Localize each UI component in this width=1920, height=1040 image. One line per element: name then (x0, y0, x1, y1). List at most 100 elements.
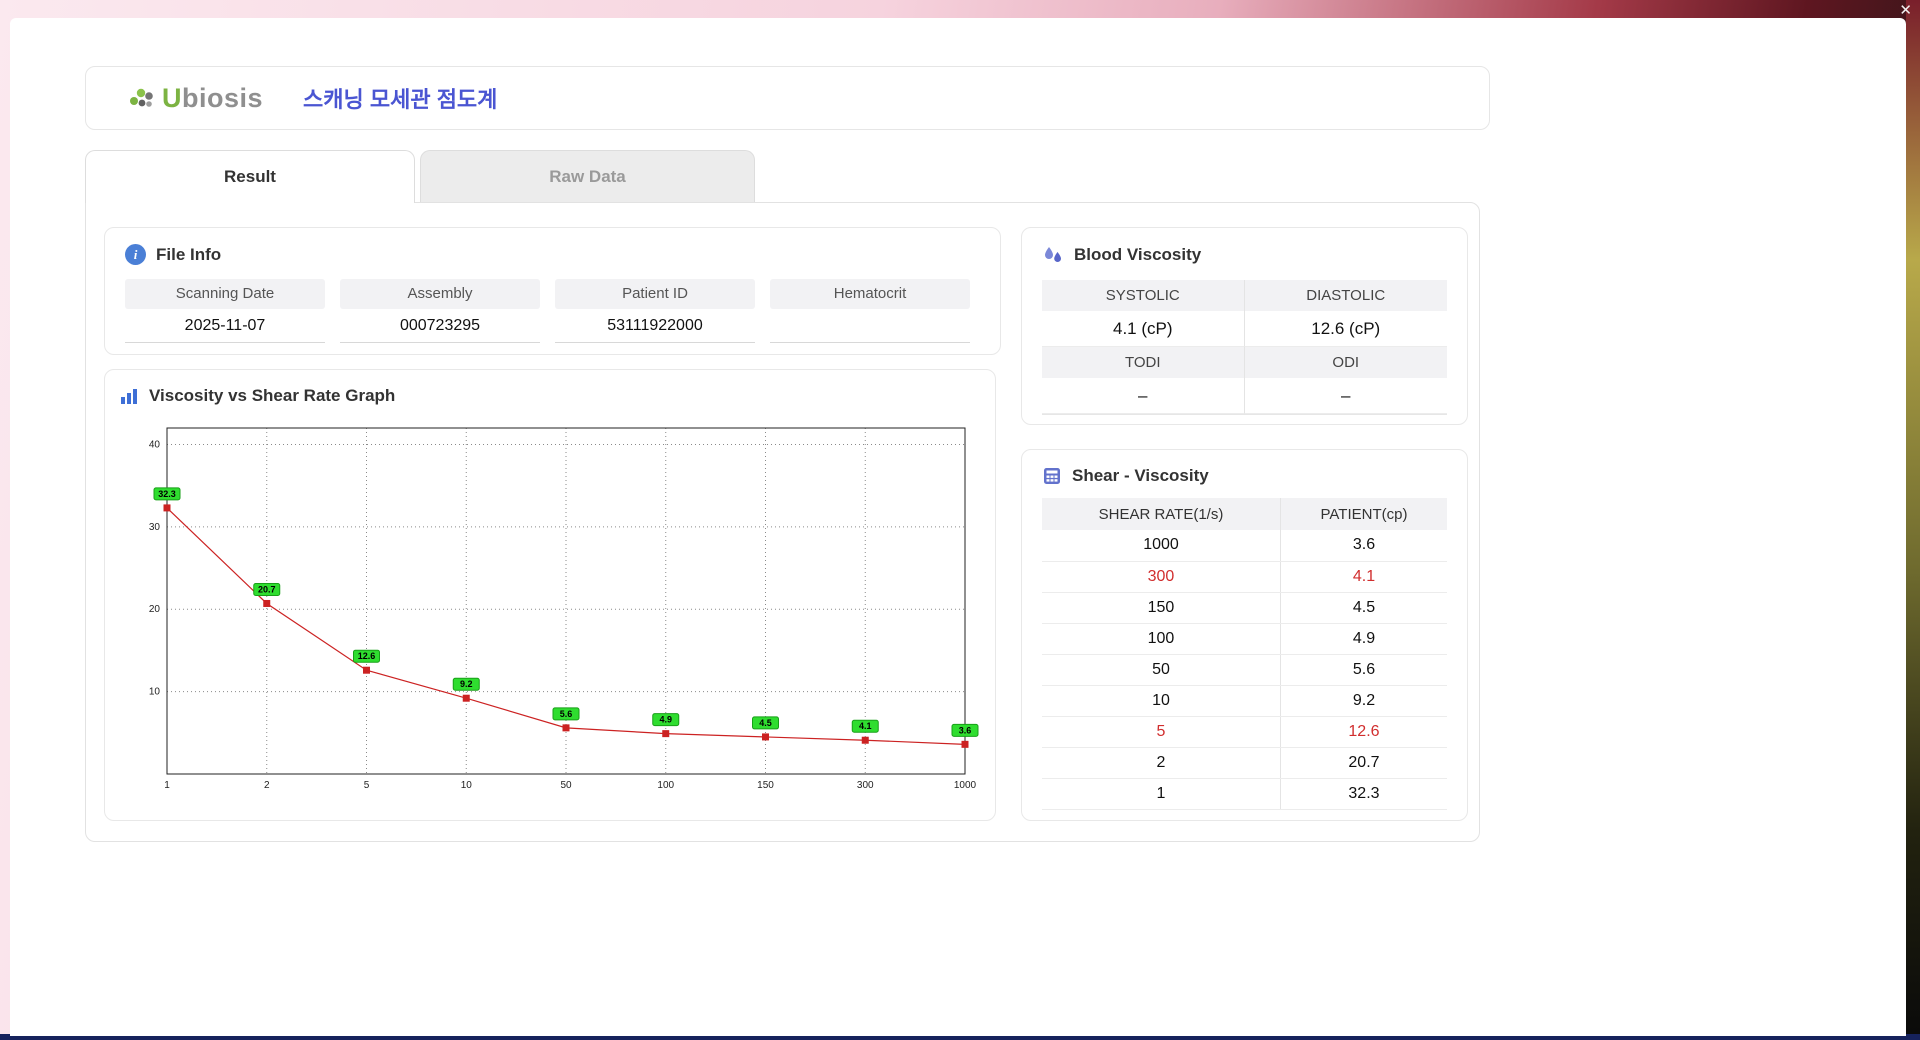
field-label: Hematocrit (770, 279, 970, 309)
patient-cell: 4.1 (1280, 561, 1447, 593)
shear-table-row: 300 4.1 (1042, 561, 1447, 593)
blood-viscosity-table: SYSTOLIC DIASTOLIC 4.1 (cP) 12.6 (cP) TO… (1042, 280, 1447, 415)
app-title: 스캐닝 모세관 점도계 (303, 87, 498, 112)
field-patient-id: Patient ID 53111922000 (555, 279, 755, 343)
field-label: Patient ID (555, 279, 755, 309)
app-header: Ubiosis 스캐닝 모세관 점도계 (85, 66, 1490, 130)
field-assembly: Assembly 000723295 (340, 279, 540, 343)
shear-rate-cell: 1000 (1042, 530, 1281, 562)
bv-header-odi: ODI (1244, 347, 1447, 378)
patient-cell: 4.5 (1280, 592, 1447, 624)
graph-title: Viscosity vs Shear Rate Graph (149, 386, 396, 405)
shear-table-header-row: SHEAR RATE(1/s) PATIENT(cp) (1042, 498, 1447, 530)
app-window: Ubiosis 스캐닝 모세관 점도계 Result Raw Data i Fi… (10, 18, 1906, 1036)
field-label: Scanning Date (125, 279, 325, 309)
bv-header-systolic: SYSTOLIC (1042, 280, 1245, 311)
shear-table-row: 100 4.9 (1042, 623, 1447, 655)
shear-rate-cell: 100 (1042, 623, 1281, 655)
svg-text:50: 50 (560, 780, 572, 791)
shear-table-row: 5 12.6 (1042, 716, 1447, 748)
svg-text:150: 150 (757, 780, 774, 791)
svg-text:4.5: 4.5 (759, 718, 772, 728)
shear-rate-cell: 2 (1042, 747, 1281, 779)
tab-raw-data[interactable]: Raw Data (420, 150, 755, 203)
field-scanning-date: Scanning Date 2025-11-07 (125, 279, 325, 343)
bv-value-systolic: 4.1 (cP) (1042, 311, 1245, 347)
blood-viscosity-title: Blood Viscosity (1074, 245, 1202, 264)
shear-table-row: 1000 3.6 (1042, 530, 1447, 562)
patient-cell: 32.3 (1280, 778, 1447, 810)
ubiosis-logo: Ubiosis (128, 83, 263, 114)
svg-text:9.2: 9.2 (460, 679, 473, 689)
bv-header-row-2: TODI ODI (1042, 347, 1447, 378)
shear-rate-cell: 300 (1042, 561, 1281, 593)
shear-table-row: 150 4.5 (1042, 592, 1447, 624)
svg-text:100: 100 (657, 780, 674, 791)
blood-viscosity-card: Blood Viscosity SYSTOLIC DIASTOLIC 4.1 (… (1021, 227, 1468, 425)
field-value: 000723295 (340, 309, 540, 343)
viscosity-chart: 10 20 30 40 1 2 5 10 50 100 150 300 1000 32.3 20.7 12.6… (149, 427, 979, 791)
bv-header-todi: TODI (1042, 347, 1245, 378)
file-info-title-row: i File Info (125, 244, 980, 265)
svg-text:3.6: 3.6 (959, 725, 972, 735)
shear-table-row: 2 20.7 (1042, 747, 1447, 779)
shear-viscosity-title: Shear - Viscosity (1072, 466, 1209, 485)
graph-title-row: Viscosity vs Shear Rate Graph (119, 386, 981, 406)
info-icon: i (125, 244, 146, 265)
grid-table-icon (1042, 466, 1062, 486)
shear-viscosity-card: Shear - Viscosity SHEAR RATE(1/s) PATIEN… (1021, 449, 1468, 821)
file-info-card: i File Info Scanning Date 2025-11-07 Ass… (104, 227, 1001, 355)
svg-text:20.7: 20.7 (258, 584, 276, 594)
droplet-icon (1042, 244, 1064, 266)
svg-text:1000: 1000 (954, 780, 977, 791)
shear-rate-cell: 50 (1042, 654, 1281, 686)
svg-text:5.6: 5.6 (560, 709, 573, 719)
shear-rate-cell: 150 (1042, 592, 1281, 624)
svg-text:20: 20 (149, 604, 161, 615)
shear-rate-cell: 1 (1042, 778, 1281, 810)
result-panel: i File Info Scanning Date 2025-11-07 Ass… (85, 202, 1480, 842)
tab-result[interactable]: Result (85, 150, 415, 203)
shear-table-body: 1000 3.6 300 4.1 150 4.5 100 4.9 50 5.6 10 9.2 5 12.6… (1042, 530, 1447, 810)
patient-cell: 12.6 (1280, 716, 1447, 748)
window-close-button[interactable]: ✕ (1899, 3, 1912, 19)
bv-value-row-1: 4.1 (cP) 12.6 (cP) (1042, 311, 1447, 347)
field-value: 53111922000 (555, 309, 755, 343)
svg-text:4.1: 4.1 (859, 721, 872, 731)
viscosity-graph-card: Viscosity vs Shear Rate Graph 10 20 30 40 1 2… (104, 369, 996, 821)
field-hematocrit: Hematocrit (770, 279, 970, 343)
shear-table-row: 50 5.6 (1042, 654, 1447, 686)
bv-value-diastolic: 12.6 (cP) (1244, 311, 1447, 347)
bv-header-diastolic: DIASTOLIC (1244, 280, 1447, 311)
shear-viscosity-table: SHEAR RATE(1/s) PATIENT(cp) 1000 3.6 300 4.… (1042, 498, 1447, 810)
file-info-fields: Scanning Date 2025-11-07 Assembly 000723… (125, 279, 980, 343)
shear-table-row: 10 9.2 (1042, 685, 1447, 717)
desktop-edge-right (1906, 0, 1920, 1040)
field-value: 2025-11-07 (125, 309, 325, 343)
shear-rate-column-header: SHEAR RATE(1/s) (1042, 498, 1281, 530)
logo-text: Ubiosis (162, 82, 264, 113)
bv-value-odi: – (1244, 378, 1447, 414)
shear-viscosity-title-row: Shear - Viscosity (1042, 466, 1447, 486)
svg-text:2: 2 (264, 780, 270, 791)
blood-viscosity-title-row: Blood Viscosity (1042, 244, 1447, 266)
svg-text:4.9: 4.9 (659, 715, 672, 725)
logo-dots-icon (128, 83, 158, 113)
svg-text:30: 30 (149, 522, 161, 533)
patient-cell: 5.6 (1280, 654, 1447, 686)
field-value (770, 309, 970, 343)
patient-cell: 9.2 (1280, 685, 1447, 717)
svg-text:12.6: 12.6 (358, 651, 376, 661)
shear-rate-cell: 5 (1042, 716, 1281, 748)
svg-text:1: 1 (164, 780, 170, 791)
shear-table-row: 1 32.3 (1042, 778, 1447, 810)
patient-cell: 20.7 (1280, 747, 1447, 779)
bv-value-row-2: – – (1042, 378, 1447, 414)
bar-chart-icon (119, 386, 139, 406)
patient-cell: 4.9 (1280, 623, 1447, 655)
svg-text:300: 300 (857, 780, 874, 791)
svg-text:10: 10 (461, 780, 473, 791)
patient-cell: 3.6 (1280, 530, 1447, 562)
svg-text:40: 40 (149, 439, 161, 450)
svg-text:5: 5 (364, 780, 370, 791)
